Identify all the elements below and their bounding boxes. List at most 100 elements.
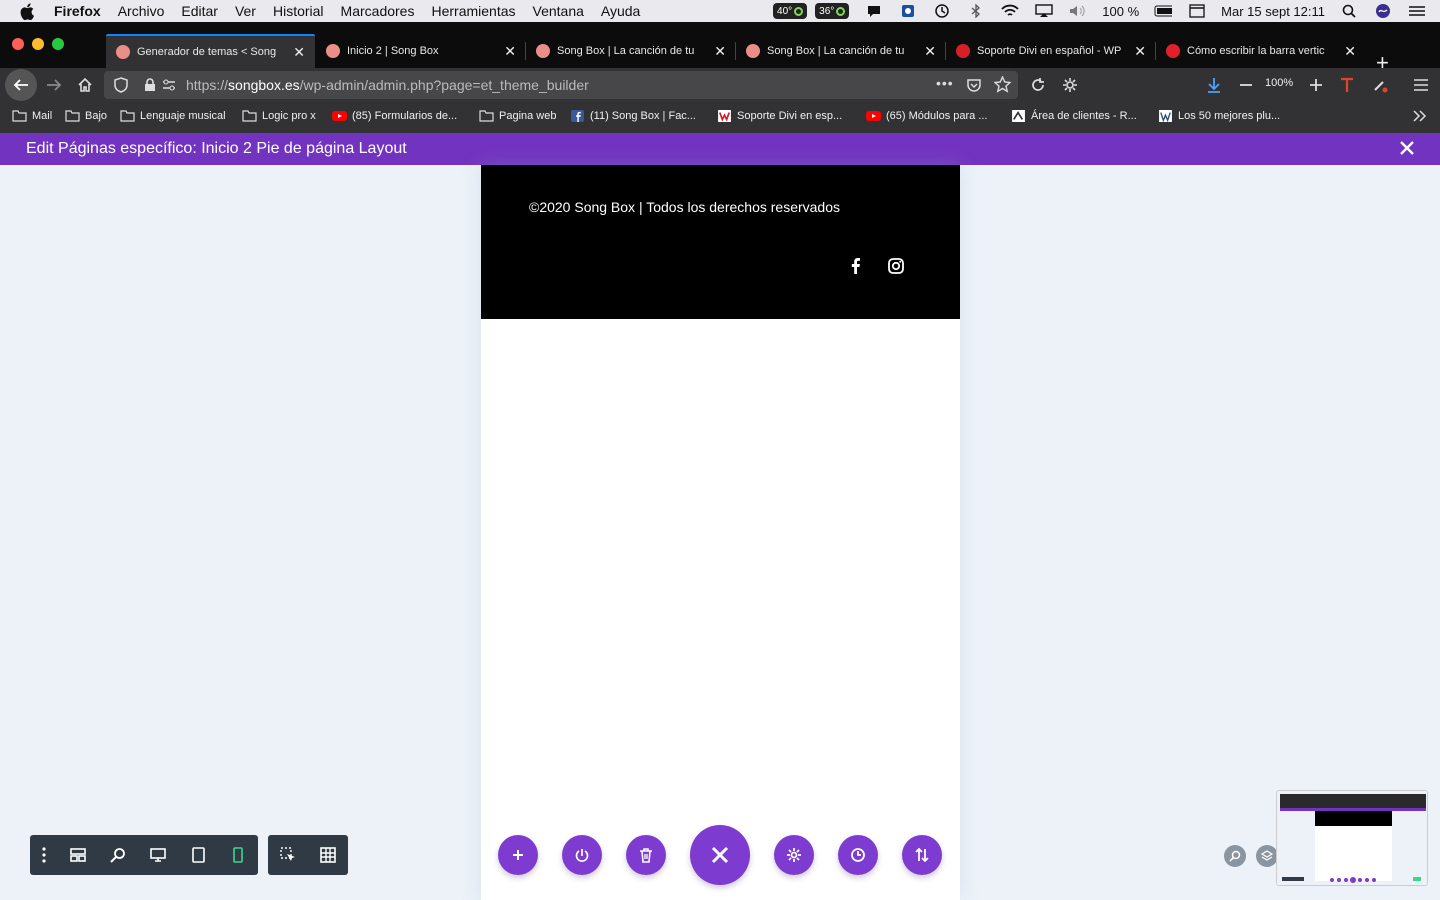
bookmark-lenguaje-musical[interactable]: Lenguaje musical (120, 110, 226, 122)
tracking-shield-icon[interactable] (114, 77, 128, 96)
tab-inicio-2[interactable]: Inicio 2 | Song Box ✕ (316, 34, 526, 68)
gpu-temp-badge[interactable]: 36° (815, 3, 850, 19)
close-tab-icon[interactable]: ✕ (504, 43, 516, 60)
layers-icon[interactable] (1256, 845, 1278, 867)
bookmark-pagina-web[interactable]: Pagina web (479, 110, 557, 122)
translate-extension-icon[interactable] (1334, 72, 1360, 98)
close-tab-icon[interactable]: ✕ (714, 43, 726, 60)
clear-layout-button[interactable] (626, 835, 666, 875)
close-window-button[interactable] (12, 38, 24, 50)
zoom-window-button[interactable] (52, 38, 64, 50)
close-tab-icon[interactable]: ✕ (924, 43, 936, 60)
bluetooth-icon[interactable] (967, 3, 985, 19)
bookmark-logic-pro-x[interactable]: Logic pro x (242, 110, 316, 122)
tab-label: Inicio 2 | Song Box (347, 45, 439, 57)
menu-ver[interactable]: Ver (235, 3, 256, 19)
extension-gear-icon[interactable] (1057, 72, 1083, 98)
address-bar[interactable]: https://songbox.es/wp-admin/admin.php?pa… (104, 71, 1018, 99)
forward-button[interactable] (41, 72, 67, 98)
sort-sections-button[interactable] (902, 835, 942, 875)
siri-icon[interactable] (1374, 3, 1392, 19)
menu-ventana[interactable]: Ventana (533, 3, 584, 19)
notification-icon[interactable] (865, 3, 883, 19)
more-options-icon[interactable] (34, 845, 54, 865)
pocket-icon[interactable] (966, 77, 982, 96)
bookmark-star-icon[interactable] (993, 75, 1012, 96)
calendar-icon[interactable] (1188, 3, 1206, 19)
footer-section[interactable]: ©2020 Song Box | Todos los derechos rese… (481, 165, 960, 319)
bookmark-soporte-divi[interactable]: Soporte Divi en esp... (717, 110, 842, 122)
desktop-view-icon[interactable] (148, 845, 168, 865)
airplay-icon[interactable] (1035, 3, 1053, 19)
menu-historial[interactable]: Historial (273, 3, 324, 19)
close-tab-icon[interactable]: ✕ (1134, 43, 1146, 60)
builder-canvas[interactable]: ©2020 Song Box | Todos los derechos rese… (481, 165, 960, 900)
close-tab-icon[interactable]: ✕ (1344, 43, 1356, 60)
battery-icon[interactable] (1154, 3, 1173, 19)
cpu-temp-badge[interactable]: 40° (773, 3, 808, 19)
grid-mode-icon[interactable] (318, 845, 338, 865)
minimize-window-button[interactable] (32, 38, 44, 50)
zoom-in-button[interactable] (1303, 72, 1329, 98)
bookmark-formularios[interactable]: (85) Formularios de... (332, 110, 457, 122)
close-icon[interactable] (1400, 139, 1414, 159)
reload-button[interactable] (1025, 72, 1051, 98)
instagram-icon[interactable] (886, 256, 906, 276)
menu-ayuda[interactable]: Ayuda (601, 3, 640, 19)
songbox-favicon-icon (116, 45, 130, 59)
add-section-button[interactable] (498, 835, 538, 875)
bookmark-facebook-songbox[interactable]: (11) Song Box | Fac... (570, 110, 696, 122)
bookmark-area-clientes[interactable]: Área de clientes - R... (1011, 110, 1137, 122)
spotlight-search-icon[interactable] (1340, 3, 1358, 19)
window-controls (12, 38, 64, 50)
lock-icon[interactable] (144, 78, 156, 95)
bookmark-mail[interactable]: Mail (12, 110, 52, 122)
clock[interactable]: Mar 15 sept 12:11 (1221, 4, 1325, 19)
click-mode-icon[interactable] (278, 845, 298, 865)
bookmarks-overflow-chevron-icon[interactable] (1412, 109, 1428, 123)
wifi-icon[interactable] (1001, 3, 1019, 19)
close-tab-icon[interactable]: ✕ (293, 44, 305, 61)
time-machine-icon[interactable] (933, 3, 951, 19)
page-settings-button[interactable] (774, 835, 814, 875)
tab-generador-de-temas[interactable]: Generador de temas < Song ✕ (106, 34, 315, 68)
footer-copyright[interactable]: ©2020 Song Box | Todos los derechos rese… (529, 199, 840, 215)
menu-archivo[interactable]: Archivo (118, 3, 165, 19)
portability-button[interactable] (562, 835, 602, 875)
screenshot-thumbnail[interactable] (1276, 790, 1428, 886)
find-replace-icon[interactable] (1224, 845, 1246, 867)
cpu-temp-value: 40° (777, 5, 793, 17)
hamburger-menu-icon[interactable] (1408, 72, 1434, 98)
control-center-icon[interactable] (1408, 3, 1426, 19)
gear-shield-icon[interactable] (899, 3, 917, 19)
bookmark-50-mejores[interactable]: Los 50 mejores plu... (1158, 110, 1280, 122)
zoom-out-button[interactable] (1233, 72, 1259, 98)
bookmark-modulos[interactable]: (65) Módulos para ... (866, 110, 988, 122)
facebook-icon[interactable] (846, 256, 866, 276)
menu-marcadores[interactable]: Marcadores (341, 3, 415, 19)
divi-support-icon (718, 110, 731, 122)
zoom-level[interactable]: 100% (1265, 77, 1293, 89)
menu-herramientas[interactable]: Herramientas (431, 3, 515, 19)
home-button[interactable] (72, 72, 98, 98)
back-button[interactable] (5, 69, 37, 101)
phone-view-icon[interactable] (228, 845, 248, 865)
apple-icon[interactable] (20, 2, 38, 20)
tab-song-box-2[interactable]: Song Box | La canción de tu ✕ (736, 34, 946, 68)
zoom-view-icon[interactable] (108, 845, 128, 865)
history-button[interactable] (838, 835, 878, 875)
color-picker-extension-icon[interactable] (1367, 72, 1393, 98)
downloads-icon[interactable] (1201, 72, 1227, 98)
menu-app-firefox[interactable]: Firefox (54, 3, 101, 19)
volume-icon[interactable] (1069, 3, 1087, 19)
bookmark-bajo[interactable]: Bajo (65, 110, 107, 122)
tab-song-box-1[interactable]: Song Box | La canción de tu ✕ (526, 34, 736, 68)
wireframe-view-icon[interactable] (68, 845, 88, 865)
tablet-view-icon[interactable] (188, 845, 208, 865)
menu-editar[interactable]: Editar (181, 3, 218, 19)
tab-soporte-divi[interactable]: Soporte Divi en español - WP ✕ (946, 34, 1156, 68)
close-builder-button[interactable] (690, 825, 750, 885)
tab-barra-vertical[interactable]: Cómo escribir la barra vertic ✕ (1156, 34, 1366, 68)
page-actions-icon[interactable]: ••• (936, 75, 954, 91)
permissions-icon[interactable] (162, 78, 176, 95)
